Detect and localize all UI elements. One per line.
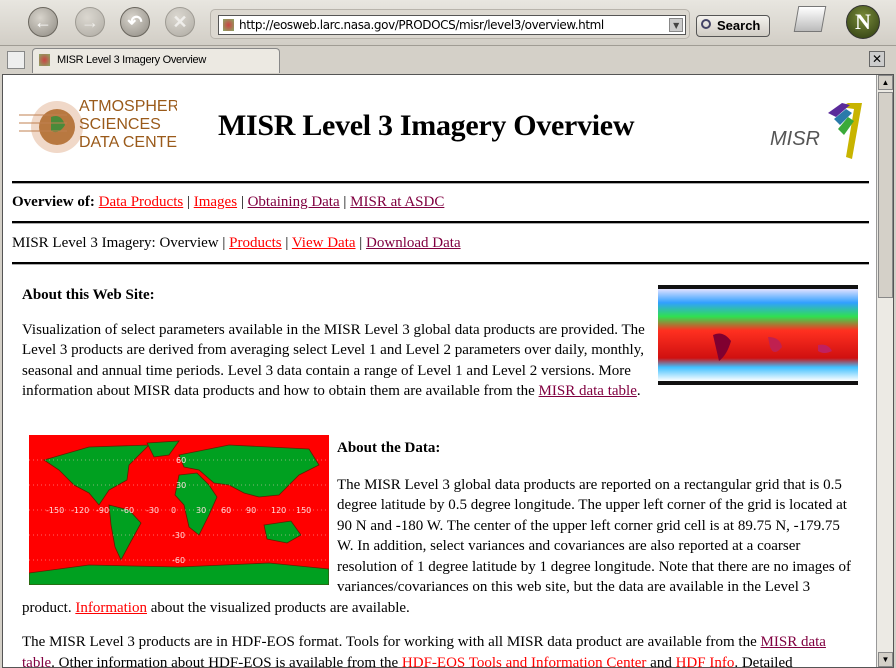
link-hdf-info[interactable]: HDF Info: [676, 655, 735, 668]
close-tab-icon[interactable]: ✕: [869, 51, 885, 67]
world-grid-map[interactable]: -150 -120 -90 -60 -30 0 30 60 90 120 150 60 30 -30 -6…: [29, 435, 329, 585]
asdc-logo-line: DATA CENTER: [79, 134, 177, 151]
scroll-down-icon[interactable]: ▼: [878, 652, 893, 667]
tab-bar: MISR Level 3 Imagery Overview ✕: [0, 47, 896, 74]
imagery-nav: MISR Level 3 Imagery: Overview | Product…: [12, 235, 461, 251]
link-information[interactable]: Information: [75, 600, 147, 616]
about-data-end: about the visualized products are availa…: [146, 599, 410, 616]
site-favicon: [223, 19, 234, 31]
netscape-logo[interactable]: N: [846, 5, 880, 39]
nav-label: MISR Level 3 Imagery:: [12, 235, 156, 251]
hdf-text: . Other information about HDF-EOS is ava…: [51, 654, 402, 668]
new-tab-icon[interactable]: [7, 51, 25, 69]
link-obtaining-data[interactable]: Obtaining Data: [248, 194, 340, 210]
asdc-logo-line: SCIENCES: [79, 116, 161, 133]
map-lon-label: 90: [246, 506, 256, 515]
link-download-data[interactable]: Download Data: [366, 235, 461, 251]
scroll-thumb[interactable]: [878, 92, 893, 298]
scroll-up-icon[interactable]: ▲: [878, 75, 893, 90]
map-lon-label: -90: [96, 506, 109, 515]
hdf-text: and: [646, 654, 676, 668]
navigation-toolbar: ← → ↶ ✕ http://eosweb.larc.nasa.gov/PROD…: [0, 0, 896, 46]
page-title: MISR Level 3 Imagery Overview: [218, 109, 635, 142]
misr-logo[interactable]: MISR: [768, 99, 868, 159]
map-lat-label: -30: [172, 531, 185, 540]
about-site-end: .: [636, 383, 641, 399]
link-misr-at-asdc[interactable]: MISR at ASDC: [350, 194, 444, 210]
asdc-logo-line: ATMOSPHERIC: [79, 98, 177, 115]
link-hdf-eos-center[interactable]: HDF-EOS Tools and Information Center: [402, 655, 646, 668]
search-label: Search: [717, 18, 761, 33]
link-misr-data-table[interactable]: MISR data table: [539, 383, 637, 399]
search-button[interactable]: Search: [696, 15, 770, 37]
link-view-data[interactable]: View Data: [292, 235, 356, 251]
link-data-products[interactable]: Data Products: [99, 194, 184, 210]
map-lon-label: 150: [296, 506, 311, 515]
tab-favicon: [39, 54, 50, 66]
url-input[interactable]: http://eosweb.larc.nasa.gov/PRODOCS/misr…: [218, 15, 686, 35]
link-products[interactable]: Products: [229, 235, 282, 251]
link-images[interactable]: Images: [194, 194, 237, 210]
stop-button[interactable]: ✕: [165, 7, 195, 37]
map-lon-label: 0: [171, 506, 176, 515]
url-dropdown-icon[interactable]: ▼: [669, 18, 683, 32]
tab-active[interactable]: MISR Level 3 Imagery Overview: [32, 48, 280, 73]
map-lon-label: -60: [121, 506, 134, 515]
map-lon-label: -30: [146, 506, 159, 515]
about-data-section: -150 -120 -90 -60 -30 0 30 60 90 120 150 60 30 -30 -6…: [22, 435, 858, 668]
back-button[interactable]: ←: [28, 7, 58, 37]
asdc-logo[interactable]: ATMOSPHERIC SCIENCES DATA CENTER: [17, 89, 177, 161]
hdf-paragraph: The MISR Level 3 products are in HDF-EOS…: [22, 632, 858, 668]
nav-current: Overview: [159, 235, 219, 251]
map-lat-label: 30: [176, 481, 186, 490]
hdf-text: . Detailed: [734, 654, 793, 668]
print-icon[interactable]: [793, 6, 827, 32]
map-lon-label: 30: [196, 506, 206, 515]
reload-button[interactable]: ↶: [120, 7, 150, 37]
divider: [12, 262, 869, 265]
about-site-section: About this Web Site: Visualization of se…: [22, 285, 858, 402]
nav-label: Overview of:: [12, 194, 95, 210]
misr-logo-text: MISR: [770, 128, 820, 150]
search-icon: [701, 19, 711, 29]
divider: [12, 181, 869, 184]
vertical-scrollbar[interactable]: ▲ ▼: [876, 75, 893, 667]
forward-button[interactable]: →: [75, 7, 105, 37]
url-text: http://eosweb.larc.nasa.gov/PRODOCS/misr…: [239, 18, 604, 32]
map-lon-label: -150: [46, 506, 64, 515]
map-lat-label: 60: [176, 456, 186, 465]
map-lon-label: 60: [221, 506, 231, 515]
map-lat-label: -60: [172, 556, 185, 565]
divider: [12, 221, 869, 224]
page-viewport: ▲ ▼ ATMOSPHERIC SCIENCES DATA CENTER MIS…: [2, 74, 894, 668]
map-lon-label: -120: [71, 506, 89, 515]
global-imagery-thumbnail[interactable]: [658, 285, 858, 385]
hdf-text: The MISR Level 3 products are in HDF-EOS…: [22, 634, 761, 650]
overview-nav: Overview of: Data Products | Images | Ob…: [12, 194, 445, 210]
tab-title: MISR Level 3 Imagery Overview: [57, 54, 207, 66]
map-lon-label: 120: [271, 506, 286, 515]
